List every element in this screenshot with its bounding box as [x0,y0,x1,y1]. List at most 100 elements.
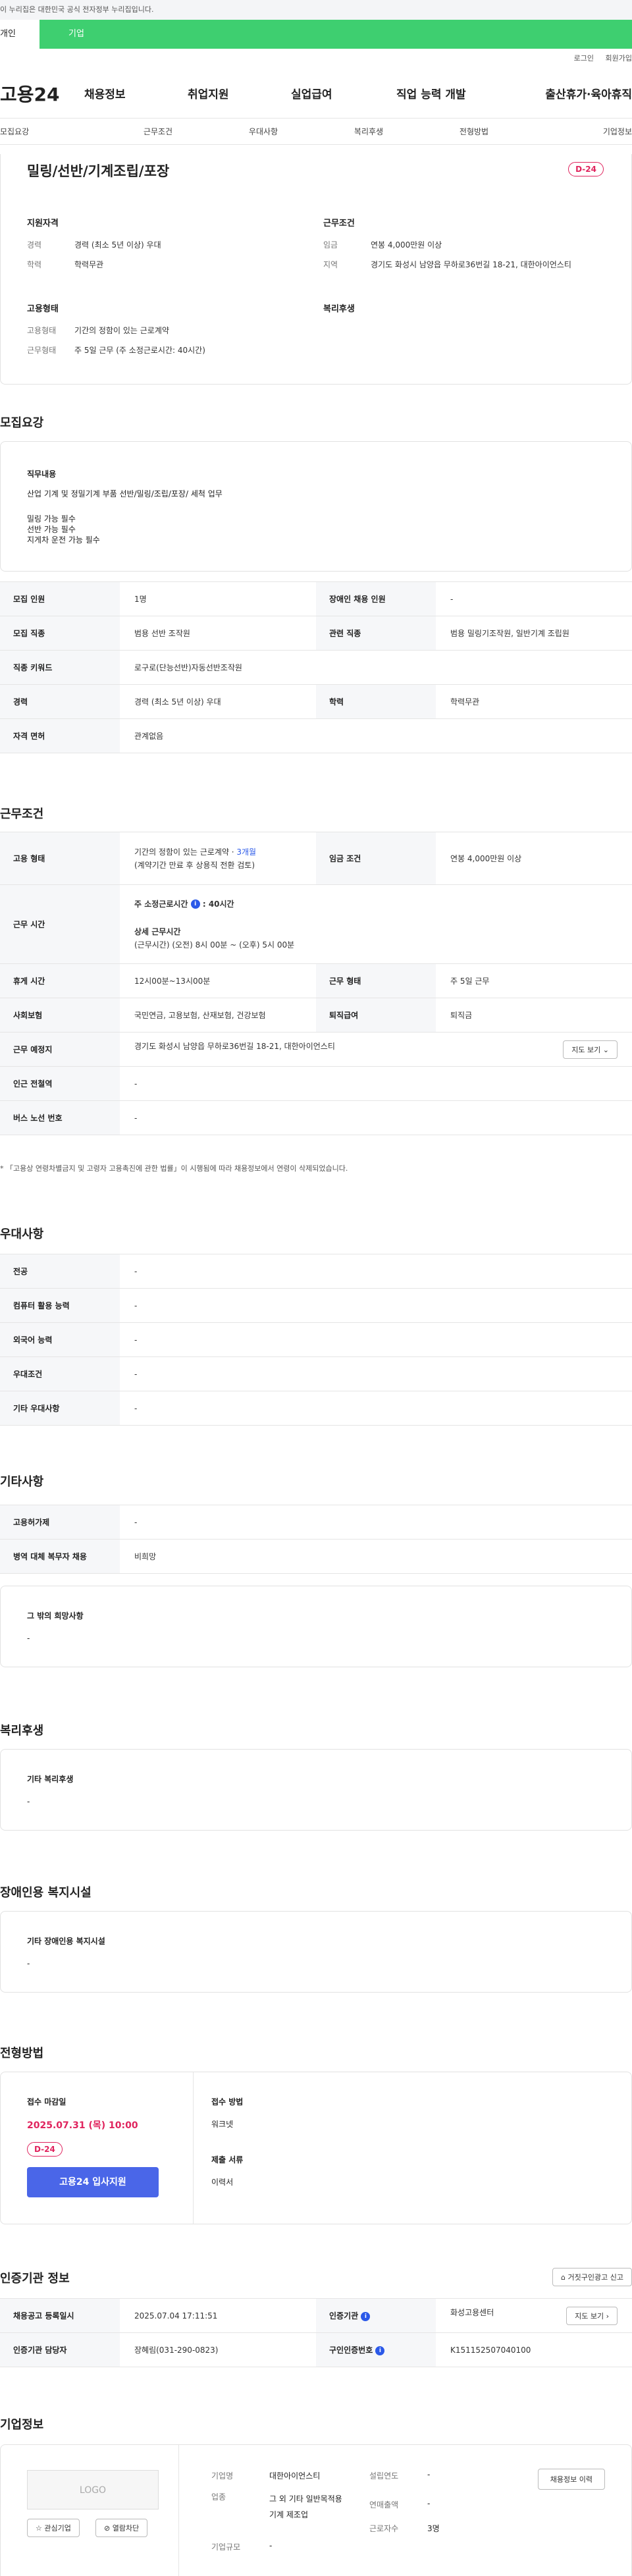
cell-header: 직종 키워드 [0,650,120,685]
company-size-label: 기업규모 [211,2542,241,2552]
contract-period: 3개월 [236,847,257,857]
cell-header: 관련 직종 [316,616,436,651]
table-row: 고용허가제 - [0,1505,632,1540]
employees-value: 3명 [427,2524,440,2533]
cell-header: 모집 직종 [0,616,120,651]
nav-pref[interactable]: 우대사항 [211,119,316,144]
welfare-title: 복리후생 [0,1724,44,1738]
info-icon[interactable]: i [375,2346,385,2355]
star-icon: ☆ [36,2524,42,2533]
region-value: 경기도 화성시 남양읍 무하로36번길 18-21, 대한아이언스티 [371,260,571,269]
nav-work[interactable]: 근무조건 [105,119,211,144]
cell-header: 경력 [0,684,120,719]
cell-value: 화성고용센터 지도 보기 › [436,2298,632,2333]
cell-value: K151152507040100 [436,2332,632,2367]
divider [193,2072,194,2224]
cell-value: 비희망 [120,1539,632,1574]
etc-table: 고용허가제 - 병역 대체 복무자 채용 비희망 [0,1505,632,1574]
table-row: 인증기관 담당자 장혜림(031-290-0823) 구인인증번호 i K151152… [0,2332,632,2367]
cell-value: 로구로(단능선반)자동선반조작원 [120,650,632,685]
nav-welfare[interactable]: 복리후생 [316,119,421,144]
cell-value: 관계없음 [120,718,632,753]
cell-value: 연봉 4,000만원 이상 [436,832,632,885]
wage-label: 임금 [323,240,338,250]
docs-value: 이력서 [211,2178,234,2187]
nav-selection[interactable]: 전형방법 [421,119,527,144]
cell-header: 고용허가제 [0,1505,120,1540]
cell-header: 사회보험 [0,998,120,1033]
wage-value: 연봉 4,000만원 이상 [371,240,442,250]
table-row: 자격 면허 관계없음 [0,718,632,753]
job-history-button[interactable]: 채용정보 이력 [537,2469,605,2490]
table-row: 채용공고 등록일시 2025.07.04 17:11:51 인증기관 i 화성고용센터… [0,2298,632,2333]
weekly-hours-label: 주 소정근로시간 [134,899,188,909]
table-row: 컴퓨터 활용 능력 - [0,1288,632,1323]
block-button[interactable]: ⊘ 열람차단 [95,2519,148,2537]
emp-type-note: (계약기간 만료 후 상용직 전환 검토) [134,860,255,870]
cell-value: - [120,1100,632,1135]
region-label: 지역 [323,260,338,269]
chevron-right-icon: › [606,2311,609,2321]
etc-hope-card: 그 밖의 희망사항 - [0,1586,632,1667]
report-button[interactable]: ⌂ 거짓구인광고 신고 [552,2268,632,2286]
company-name-label: 기업명 [211,2471,234,2481]
gnb-support[interactable]: 취업지원 [188,85,291,101]
cert-title: 인증기관 정보 [0,2272,70,2286]
gnb-parental[interactable]: 출산휴가·육아휴직 [544,85,632,101]
cell-header: 인근 전철역 [0,1066,120,1101]
dday-badge: D-24 [568,162,604,176]
career-label: 경력 [27,240,42,250]
founded-value: - [427,2470,431,2479]
sales-value: - [427,2499,431,2508]
cell-header: 근무 예정지 [0,1032,120,1067]
util-links: 로그인 회원가입 [0,49,632,68]
site-logo[interactable]: 고용24 [0,80,84,107]
table-row: 직종 키워드 로구로(단능선반)자동선반조작원 [0,650,632,685]
nav-recruit[interactable]: 모집요강 [0,119,105,144]
job-title: 밀링/선반/기계조립/포장 [27,163,170,179]
chevron-down-icon: ⌄ [602,1045,609,1054]
tab-company[interactable]: 기업 [40,20,211,49]
cell-value: - [120,1254,632,1289]
gnb-training[interactable]: 직업 능력 개발 [396,85,544,101]
cell-value: - [120,1356,632,1391]
table-row: 경력 경력 (최소 5년 이상) 우대 학력 학력무관 [0,684,632,719]
block-label: 열람차단 [112,2524,140,2533]
cell-value: 퇴직금 [436,998,632,1033]
info-icon[interactable]: i [190,899,200,909]
company-size-value: - [269,2541,273,2550]
cell-value: - [120,1288,632,1323]
table-row: 모집 직종 범용 선반 조작원 관련 직종 범용 밀링기조작원, 일반기계 조립원 [0,616,632,651]
cell-value: - [120,1391,632,1426]
cell-value: 국민연금, 고용보험, 산재보험, 건강보험 [120,998,316,1033]
welfare-label: 기타 복리후생 [27,1775,74,1784]
table-row: 모집 인원 1명 장애인 채용 인원 - [0,581,632,616]
cert-map-button[interactable]: 지도 보기 › [566,2306,618,2325]
gnb-benefit[interactable]: 실업급여 [291,85,396,101]
cell-value: - [120,1505,632,1540]
selection-card: 접수 마감일 2025.07.31 (목) 10:00 D-24 고용24 입사… [0,2072,632,2224]
emp-type-text: 기간의 정함이 있는 근로계약 · [134,847,237,857]
tab-personal[interactable]: 개인 [0,20,40,49]
duty-line-4: 지게차 운전 가능 필수 [27,535,100,545]
cell-value: 주 소정근로시간 i : 40시간 상세 근무시간 (근무시간) (오전) 8시… [120,884,632,964]
cert-no-label: 구인인증번호 [329,2346,373,2355]
login-link[interactable]: 로그인 [574,54,594,63]
gnb-jobs[interactable]: 채용정보 [84,85,188,101]
company-card: LOGO ☆ 관심기업 ⊘ 열람차단 기업명 대한아이언스티 업종 그 외 기타… [0,2444,632,2576]
deadline-label: 접수 마감일 [27,2097,66,2106]
info-icon[interactable]: i [361,2311,371,2321]
cell-header: 버스 노선 번호 [0,1100,120,1135]
workplace-address: 경기도 화성시 남양읍 무하로36번길 18-21, 대한아이언스티 [134,1041,335,1051]
nav-company[interactable]: 기업정보 [527,119,632,144]
apply-button[interactable]: 고용24 입사지원 [27,2167,159,2197]
cell-header: 외국어 능력 [0,1322,120,1357]
cell-header: 임금 조건 [316,832,436,885]
signup-link[interactable]: 회원가입 [606,54,632,63]
report-icon: ⌂ [561,2273,566,2282]
favorite-button[interactable]: ☆ 관심기업 [27,2519,80,2537]
cell-header: 근무 형태 [316,963,436,998]
disab-title: 장애인용 복지시설 [0,1886,92,1900]
gnb: 고용24 채용정보 취업지원 실업급여 직업 능력 개발 출산휴가·육아휴직 [0,68,632,119]
map-button[interactable]: 지도 보기 ⌄ [563,1040,618,1059]
